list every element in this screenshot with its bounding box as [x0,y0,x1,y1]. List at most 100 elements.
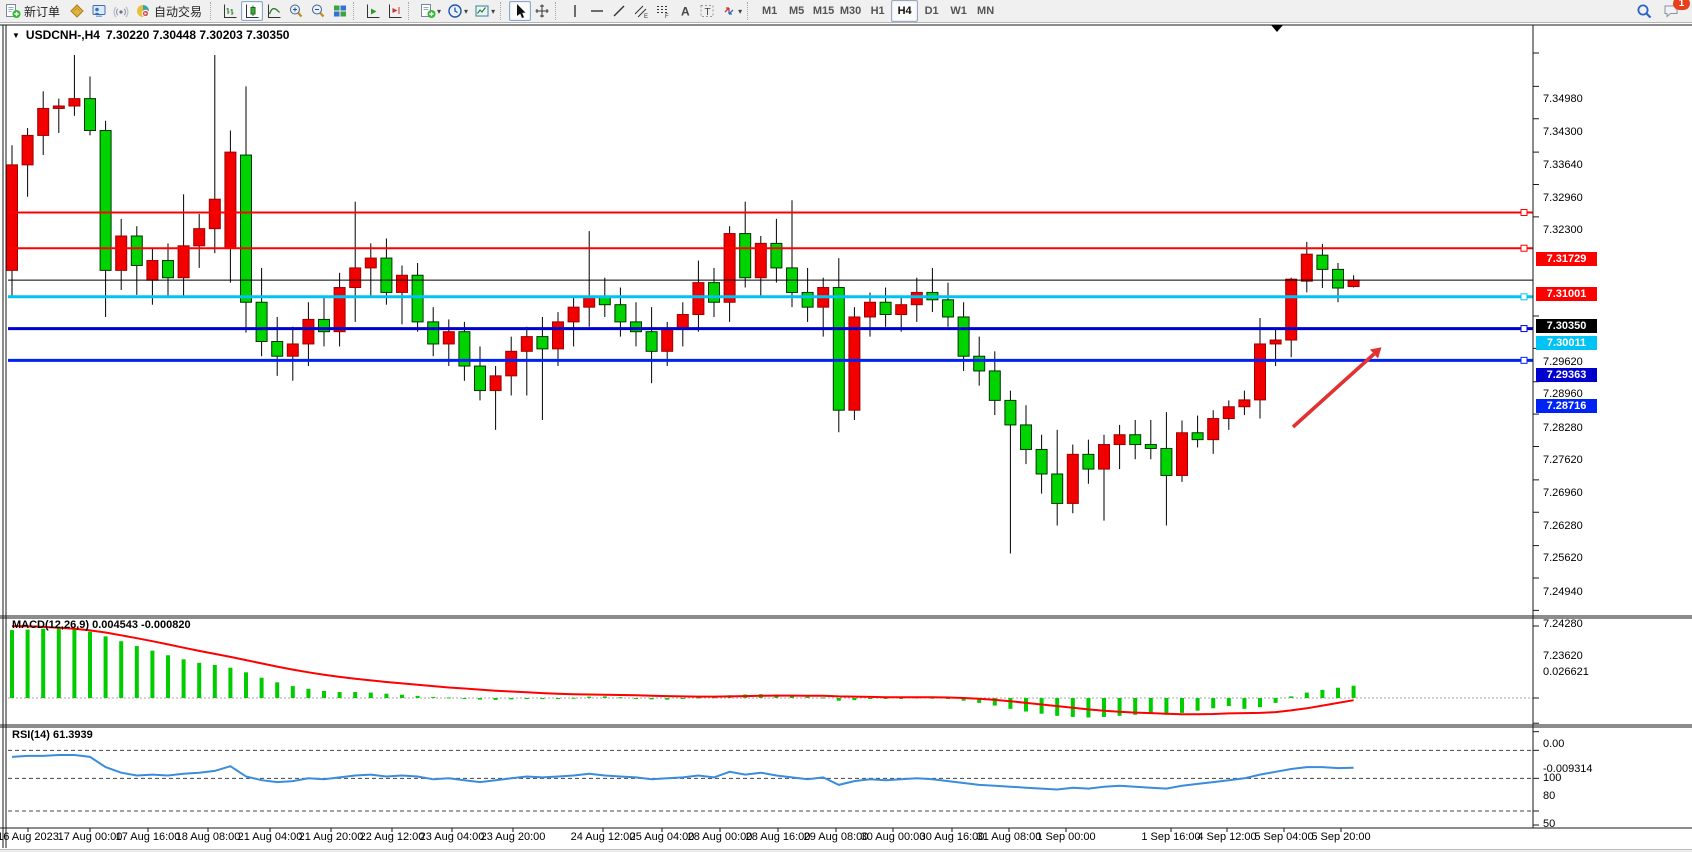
candle-body [1052,474,1063,503]
timeframe-button-m1[interactable]: M1 [756,0,783,22]
candle-body [303,319,314,344]
metaeditor-button[interactable] [66,1,88,21]
macd-histogram-bar [1118,698,1122,716]
macd-histogram-bar [182,659,186,698]
chart-collapse-icon[interactable]: ▼ [12,31,20,40]
candle-body [287,344,298,356]
line-anchor-handle [1521,357,1527,363]
candle-body [1145,445,1156,449]
zoom-in-button[interactable] [285,1,307,21]
new-chart-dropdown[interactable]: ▾ [417,1,444,21]
macd-histogram-bar [1258,698,1262,707]
macd-histogram-bar [416,696,420,698]
terminal-icon [91,3,107,19]
notifications-button[interactable]: 1 [1660,1,1684,21]
candle-body [381,258,392,292]
candle-body [1130,435,1141,445]
chart-ohlc-values: 7.30220 7.30448 7.30203 7.30350 [106,28,290,42]
date-tick-label: 16 Aug 2023 [0,831,59,843]
toolbar-separator [500,2,507,20]
arrows-icon [721,3,737,19]
zoom-out-button[interactable] [307,1,329,21]
candle-body [724,234,735,303]
tile-windows-icon [332,3,348,19]
chart-shift-icon [387,3,403,19]
candlestick-chart-button[interactable] [241,1,263,21]
vertical-line-tool[interactable] [564,1,586,21]
macd-histogram-bar [478,698,482,700]
candle-body [1161,448,1172,475]
candle-body [1114,435,1125,445]
date-tick-label: 30 Aug 00:00 [861,831,926,843]
svg-text:T: T [705,7,711,18]
level-price-badge: 7.28716 [1536,399,1597,413]
candle-body [943,300,954,317]
timeframe-button-mn[interactable]: MN [972,0,999,22]
timeframe-button-m15[interactable]: M15 [810,0,837,22]
candle-body [365,258,376,268]
toolbar-right-group: 1 [1633,1,1690,21]
candle-body [194,229,205,246]
new-order-button[interactable]: 新订单 [2,1,66,21]
date-tick-label: 23 Aug 20:00 [481,831,546,843]
level-price-badge: 7.31001 [1536,287,1597,301]
price-tick-label: 100 [1543,772,1561,784]
macd-histogram-bar [1352,686,1356,698]
fibonacci-tool[interactable]: F [652,1,674,21]
candle-body [615,305,626,322]
date-tick-label: 21 Aug 20:00 [299,831,364,843]
candle-body [880,302,891,314]
chart-window: ▼ USDCNH-,H4 7.30220 7.30448 7.30203 7.3… [0,23,1692,849]
periods-dropdown[interactable]: ▾ [444,1,471,21]
macd-indicator-label: MACD(12,26,9) 0.004543 -0.000820 [12,619,191,631]
text-label-tool[interactable]: T [696,1,718,21]
line-chart-button[interactable] [263,1,285,21]
timeframe-button-h1[interactable]: H1 [864,0,891,22]
arrows-dropdown[interactable]: ▾ [718,1,745,21]
autotrading-label: 自动交易 [154,3,202,20]
macd-histogram-bar [868,698,872,699]
chart-shift-marker[interactable] [1271,25,1283,32]
strategy-tester-button[interactable] [88,1,110,21]
candle-body [1348,280,1359,286]
horizontal-line-tool[interactable] [586,1,608,21]
timeframe-button-w1[interactable]: W1 [945,0,972,22]
candle-body [1286,279,1297,340]
search-button[interactable] [1633,1,1656,21]
macd-histogram-bar [1227,698,1231,706]
candlestick-chart-icon [244,3,260,19]
templates-dropdown[interactable]: ▾ [471,1,498,21]
chart-canvas[interactable] [0,23,1692,852]
bar-chart-button[interactable] [219,1,241,21]
zoom-out-icon [310,3,326,19]
cursor-button[interactable] [509,1,531,21]
signals-button[interactable] [110,1,132,21]
auto-scroll-button[interactable] [362,1,384,21]
candle-body [584,297,595,307]
timeframe-button-d1[interactable]: D1 [918,0,945,22]
macd-histogram-bar [88,632,92,698]
autotrading-button[interactable]: 自动交易 [132,1,208,21]
price-tick-label: 7.26960 [1543,487,1583,499]
candle-body [443,332,454,344]
timeframe-button-m5[interactable]: M5 [783,0,810,22]
macd-histogram-bar [821,697,825,698]
candle-body [1239,400,1250,407]
channel-tool[interactable]: E [630,1,652,21]
candle-body [1208,419,1219,440]
candle-body [1223,407,1234,419]
price-tick-label: 0.00 [1543,738,1564,750]
timeframe-button-m30[interactable]: M30 [837,0,864,22]
timeframe-button-h4[interactable]: H4 [891,0,918,22]
trendline-tool[interactable] [608,1,630,21]
tile-windows-button[interactable] [329,1,351,21]
crosshair-button[interactable] [531,1,553,21]
chart-shift-button[interactable] [384,1,406,21]
macd-histogram-bar [665,698,669,700]
text-tool[interactable]: A [674,1,696,21]
date-tick-label: 25 Aug 04:00 [630,831,695,843]
date-tick-label: 17 Aug 00:00 [58,831,123,843]
toolbar-separator [210,2,217,20]
candle-body [1021,425,1032,450]
macd-histogram-bar [1102,698,1106,717]
